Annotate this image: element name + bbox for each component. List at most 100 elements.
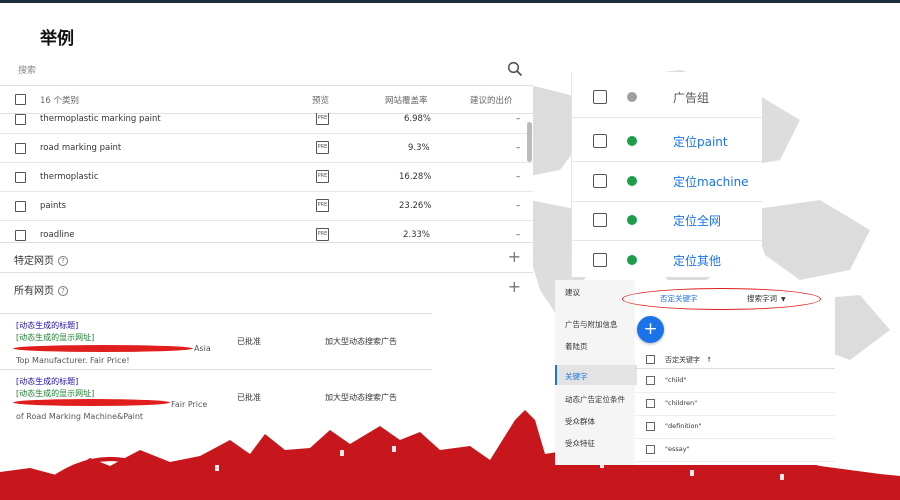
coverage-value: 23.26% — [399, 201, 432, 211]
ad-description-line: Top Manufacturer. Fair Price! — [16, 356, 130, 365]
coverage-value: 2.33% — [403, 230, 431, 240]
table-row[interactable]: thermoplastic marking paint PRE 6.98% – — [0, 113, 533, 134]
keyword-row[interactable]: "children" — [635, 393, 835, 416]
ad-preview-row[interactable]: [动态生成的标题] [动态生成的显示网址] Fair Price of Road… — [0, 369, 432, 425]
keyword-text: "essay" — [665, 445, 690, 453]
ad-description-line: of Road Marking Machine&Paint — [16, 412, 144, 421]
preview-icon[interactable]: PRE — [316, 113, 329, 125]
ad-status: 已批准 — [237, 337, 261, 346]
preview-icon[interactable]: PRE — [316, 141, 329, 154]
preview-icon[interactable]: PRE — [316, 170, 329, 183]
coverage-value: 6.98% — [404, 114, 432, 124]
bid-value: – — [516, 114, 521, 124]
enabled-status-icon — [627, 136, 637, 146]
help-icon[interactable]: ? — [58, 286, 68, 296]
negative-keyword-column-header[interactable]: 否定关键字 ↑ — [665, 355, 712, 365]
search-bar[interactable]: 搜索 — [0, 52, 533, 86]
bid-column-header[interactable]: 建议的出价 — [470, 94, 513, 106]
row-checkbox[interactable] — [646, 376, 655, 385]
table-row[interactable]: road marking paint PRE 9.3% – — [0, 133, 533, 163]
row-checkbox[interactable] — [15, 230, 26, 241]
nav-item-ads-extensions[interactable]: 广告与附加信息 — [565, 319, 618, 330]
preview-column-header[interactable]: 预览 — [312, 94, 329, 106]
nav-item-suggestions[interactable]: 建议 — [565, 287, 580, 298]
keyword-row[interactable]: "essay" — [635, 439, 835, 462]
ad-title[interactable]: [动态生成的标题] — [16, 376, 78, 387]
row-checkbox[interactable] — [15, 114, 26, 125]
row-checkbox[interactable] — [593, 253, 607, 267]
category-name: roadline — [40, 230, 75, 240]
ad-preview-row[interactable]: [动态生成的标题] [动态生成的显示网址] Asia Top Manufactu… — [0, 313, 432, 369]
ad-description-line: Asia — [194, 344, 211, 353]
row-checkbox[interactable] — [646, 445, 655, 454]
status-dot-icon — [627, 92, 637, 102]
help-icon[interactable]: ? — [58, 256, 68, 266]
coverage-value: 9.3% — [408, 143, 430, 153]
ad-group-row[interactable]: 定位其他 — [572, 241, 762, 280]
add-button[interactable]: + — [637, 316, 664, 343]
table-body: thermoplastic marking paint PRE 6.98% – … — [0, 113, 533, 243]
ad-display-url: [动态生成的显示网址] — [16, 389, 95, 398]
ad-display-url: [动态生成的显示网址] — [16, 333, 95, 342]
table-row[interactable]: paints PRE 23.26% – — [0, 191, 533, 221]
category-table-panel: 搜索 16 个类别 预览 网站覆盖率 建议的出价 thermoplastic m… — [0, 52, 533, 302]
row-checkbox[interactable] — [15, 143, 26, 154]
ad-group-link[interactable]: 定位machine — [673, 173, 749, 190]
table-header: 16 个类别 预览 网站覆盖率 建议的出价 — [0, 85, 533, 114]
nav-item-demographics[interactable]: 受众特征 — [565, 438, 595, 449]
redaction-mark — [13, 399, 170, 406]
category-name: road marking paint — [40, 143, 122, 153]
ad-group-row[interactable]: 定位paint — [572, 122, 762, 162]
row-checkbox[interactable] — [593, 134, 607, 148]
category-name: paints — [40, 201, 67, 211]
keyword-text: "child" — [665, 376, 687, 384]
row-checkbox[interactable] — [646, 422, 655, 431]
bid-value: – — [516, 172, 521, 182]
add-icon[interactable]: + — [508, 247, 521, 266]
row-checkbox[interactable] — [646, 399, 655, 408]
ad-group-panel: 广告组 定位paint 定位machine 定位全网 定位其他 — [571, 72, 762, 277]
nav-item-dynamic-ad-targets[interactable]: 动态广告定位条件 — [565, 394, 625, 405]
section-specific-pages[interactable]: 特定网页? + — [0, 242, 533, 273]
keyword-row[interactable]: "definition" — [635, 416, 835, 439]
ad-group-link[interactable]: 定位其他 — [673, 252, 721, 269]
section-all-pages[interactable]: 所有网页? + — [0, 272, 533, 303]
redaction-mark — [13, 345, 193, 352]
preview-icon[interactable]: PRE — [316, 228, 329, 241]
add-icon[interactable]: + — [508, 277, 521, 296]
keyword-row[interactable]: "child" — [635, 370, 835, 393]
keyword-text: "definition" — [665, 422, 702, 430]
ad-type: 加大型动态搜索广告 — [325, 337, 397, 346]
ad-description-line: Fair Price — [171, 400, 208, 409]
select-all-checkbox[interactable] — [646, 355, 655, 364]
ad-group-row[interactable]: 定位全网 — [572, 201, 762, 241]
search-input[interactable]: 搜索 — [18, 63, 36, 76]
nav-item-audiences[interactable]: 受众群体 — [565, 416, 595, 427]
table-row[interactable]: roadline PRE 2.33% – — [0, 220, 533, 243]
nav-item-landing-pages[interactable]: 着陆页 — [565, 341, 588, 352]
ad-group-row[interactable]: 定位machine — [572, 162, 762, 202]
bid-value: – — [516, 230, 521, 240]
preview-icon[interactable]: PRE — [316, 199, 329, 212]
highlight-oval — [622, 288, 821, 310]
table-scrollbar[interactable] — [527, 122, 532, 162]
select-all-checkbox[interactable] — [593, 90, 607, 104]
nav-item-keywords[interactable]: 关键字 — [565, 371, 588, 382]
coverage-column-header[interactable]: 网站覆盖率 — [385, 94, 428, 106]
categories-count-header: 16 个类别 — [40, 96, 80, 106]
keyword-table-header: 否定关键字 ↑ — [635, 350, 835, 369]
search-icon[interactable] — [507, 61, 523, 77]
ad-group-link[interactable]: 定位paint — [673, 133, 728, 150]
column-header-label: 否定关键字 — [665, 356, 700, 364]
sort-arrow-up-icon: ↑ — [706, 356, 713, 364]
row-checkbox[interactable] — [15, 172, 26, 183]
table-row[interactable]: thermoplastic PRE 16.28% – — [0, 162, 533, 192]
row-checkbox[interactable] — [593, 213, 607, 227]
select-all-checkbox[interactable] — [15, 94, 26, 105]
row-checkbox[interactable] — [15, 201, 26, 212]
section-label: 所有网页 — [14, 286, 54, 297]
keyword-panel: 建议 广告与附加信息 着陆页 关键字 动态广告定位条件 受众群体 受众特征 否定… — [555, 280, 835, 465]
row-checkbox[interactable] — [593, 174, 607, 188]
ad-group-link[interactable]: 定位全网 — [673, 212, 721, 229]
ad-title[interactable]: [动态生成的标题] — [16, 320, 78, 331]
